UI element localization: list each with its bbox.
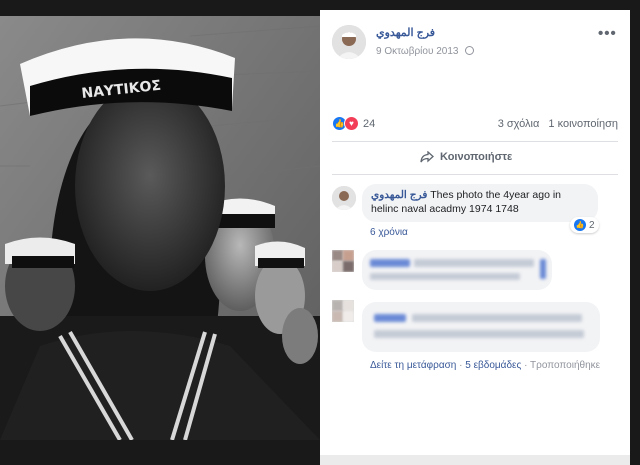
blurred-text bbox=[374, 330, 584, 338]
blurred-avatar-pixel bbox=[332, 250, 343, 261]
blurred-text bbox=[412, 314, 582, 322]
comment-author[interactable]: فرج المهدوي bbox=[371, 189, 427, 201]
blurred-avatar-pixel bbox=[343, 300, 354, 311]
comment-meta: Δείτε τη μετάφραση · 5 εβδομάδες · Τροπο… bbox=[370, 360, 600, 371]
blurred-text bbox=[370, 273, 520, 280]
post-photo[interactable]: ΝΑΥΤΙΚΟΣ bbox=[0, 16, 320, 440]
post-info-panel: فرج المهدوي 9 Οκτωβρίου 2013 ••• 👍 ♥ 24 … bbox=[320, 10, 630, 455]
comment-time[interactable]: 5 εβδομάδες bbox=[465, 360, 521, 371]
blurred-comment-bubble bbox=[362, 302, 600, 352]
blurred-mark bbox=[540, 259, 546, 279]
blurred-avatar-pixel bbox=[332, 261, 343, 272]
post-date[interactable]: 9 Οκτωβρίου 2013 bbox=[376, 46, 475, 57]
shares-count-link[interactable]: 1 κοινοποίηση bbox=[548, 118, 618, 130]
comment-time[interactable]: 6 χρόνια bbox=[370, 227, 408, 238]
viewer-stage: ΝΑΥΤΙΚΟΣ فرج المهدوي 9 Οκτωβρίου 2013 ••… bbox=[0, 0, 640, 465]
reaction-summary[interactable]: 👍 ♥ 24 bbox=[332, 116, 375, 131]
blurred-comment-bubble bbox=[362, 250, 552, 290]
comment-body: فرج المهدوي Thes photo the 4year ago in … bbox=[371, 188, 589, 216]
share-button-label: Κοινοποιήστε bbox=[440, 151, 513, 163]
globe-icon bbox=[465, 46, 475, 55]
blurred-avatar-pixel bbox=[332, 311, 343, 322]
author-avatar[interactable] bbox=[332, 25, 366, 59]
see-translation-link[interactable]: Δείτε τη μετάφραση bbox=[370, 360, 456, 371]
more-icon[interactable]: ••• bbox=[598, 25, 617, 42]
love-reaction-icon: ♥ bbox=[344, 116, 359, 131]
blurred-avatar-pixel bbox=[332, 300, 343, 311]
blurred-avatar-pixel bbox=[343, 261, 354, 272]
commenter-avatar[interactable] bbox=[332, 186, 356, 210]
share-icon bbox=[420, 151, 434, 163]
post-date-text: 9 Οκτωβρίου 2013 bbox=[376, 46, 459, 57]
comment-like-count: 2 bbox=[589, 219, 595, 231]
blurred-avatar[interactable] bbox=[332, 300, 354, 322]
comment-bubble: فرج المهدوي Thes photo the 4year ago in … bbox=[362, 184, 598, 222]
comment-like-icon: 👍 bbox=[574, 219, 586, 231]
edited-label: Τροποποιήθηκε bbox=[530, 360, 601, 371]
actions-divider bbox=[332, 174, 618, 175]
comments-count-link[interactable]: 3 σχόλια bbox=[498, 118, 540, 130]
commenter-avatar-image bbox=[332, 186, 356, 210]
blurred-avatar-pixel bbox=[343, 311, 354, 322]
stats-divider bbox=[332, 141, 618, 142]
reaction-count: 24 bbox=[363, 117, 376, 130]
blurred-author bbox=[370, 259, 410, 267]
panel-footer bbox=[320, 455, 630, 465]
post-author-name[interactable]: فرج المهدوي bbox=[376, 26, 435, 39]
share-button[interactable]: Κοινοποιήστε bbox=[420, 151, 512, 163]
author-avatar-image bbox=[332, 25, 366, 59]
blurred-author bbox=[374, 314, 406, 322]
post-stats: 3 σχόλια 1 κοινοποίηση bbox=[492, 118, 618, 130]
comment-like-badge[interactable]: 👍 2 bbox=[570, 217, 599, 233]
blurred-avatar-pixel bbox=[343, 250, 354, 261]
sailors-photo-image: ΝΑΥΤΙΚΟΣ bbox=[0, 16, 320, 440]
blurred-avatar[interactable] bbox=[332, 250, 354, 272]
blurred-text bbox=[414, 259, 534, 267]
